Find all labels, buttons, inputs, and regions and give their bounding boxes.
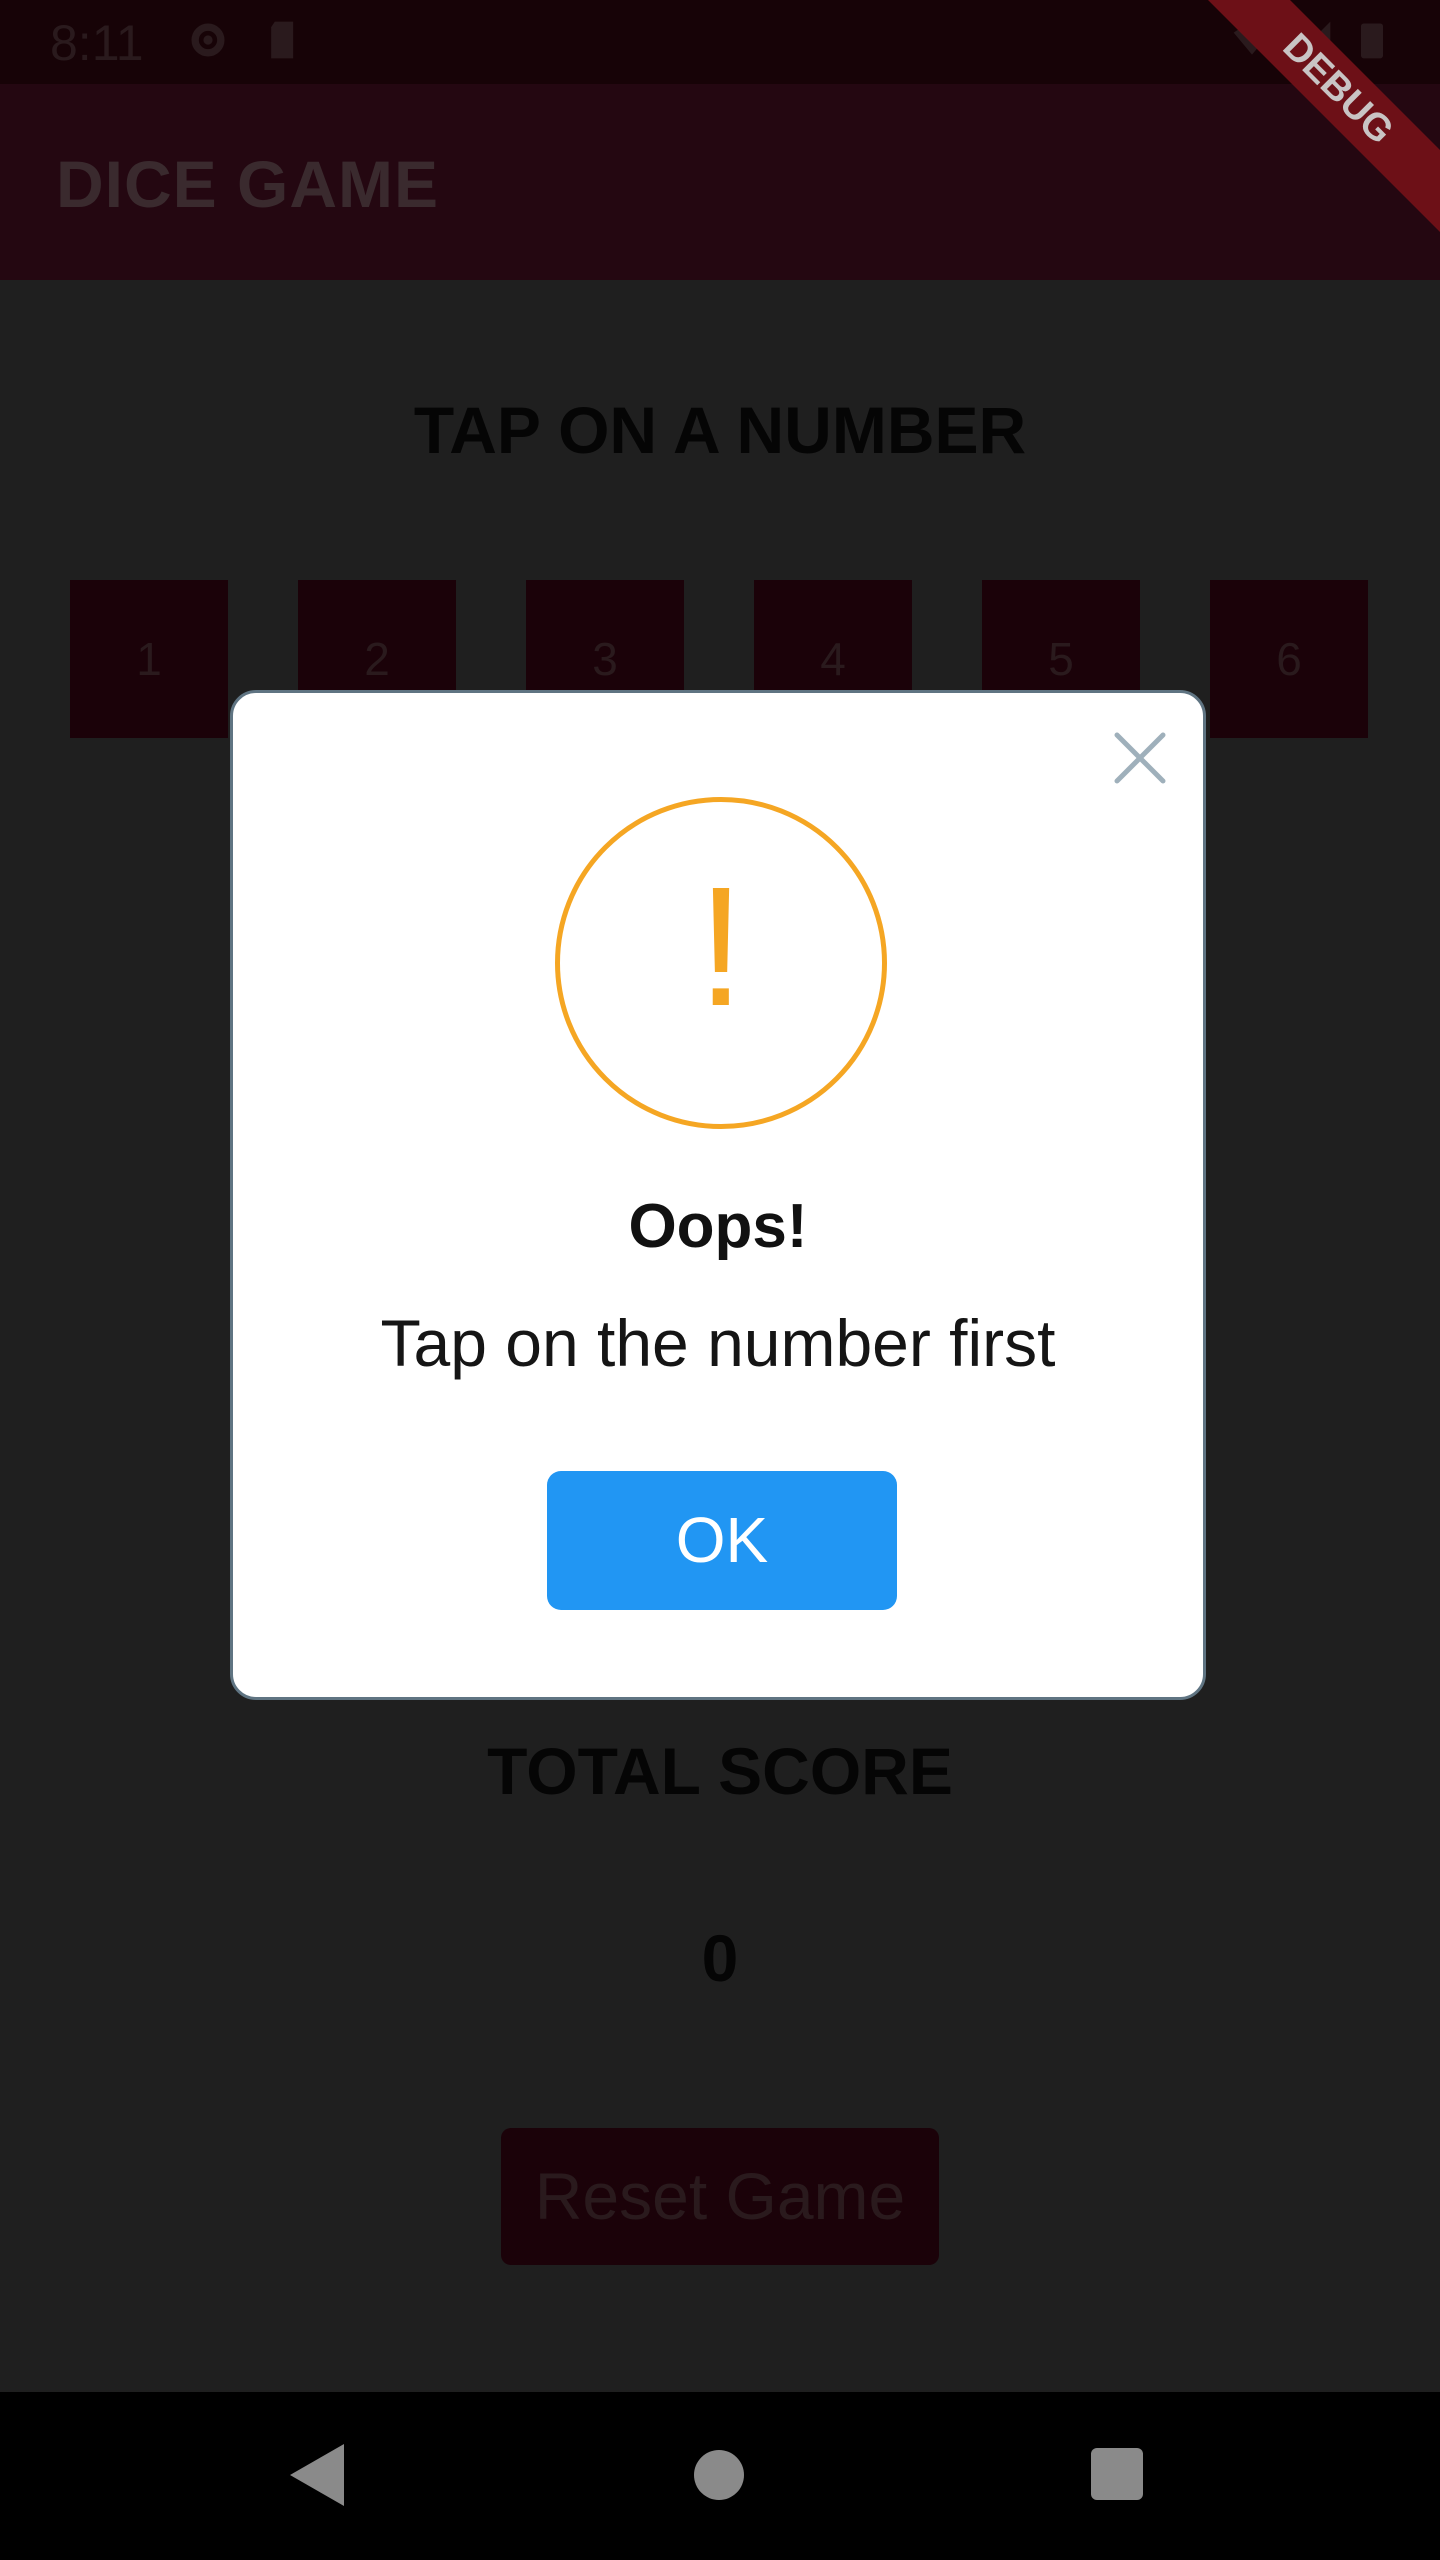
total-score-label: TOTAL SCORE xyxy=(487,1734,953,1808)
back-icon[interactable] xyxy=(290,2444,344,2506)
home-icon[interactable] xyxy=(694,2450,744,2500)
exclamation-icon: ! xyxy=(697,852,745,1042)
number-button-6[interactable]: 6 xyxy=(1210,580,1368,738)
recent-apps-icon[interactable] xyxy=(1091,2448,1143,2500)
reset-game-button[interactable]: Reset Game xyxy=(501,2128,939,2265)
number-button-1[interactable]: 1 xyxy=(70,580,228,738)
app-bar: DICE GAME xyxy=(0,84,1440,280)
settings-icon xyxy=(191,23,225,57)
warning-icon: ! xyxy=(555,797,887,1129)
instruction-heading: TAP ON A NUMBER xyxy=(413,393,1027,467)
battery-icon xyxy=(1361,23,1383,59)
dialog-message: Tap on the number first xyxy=(380,1306,1056,1380)
navigation-bar xyxy=(0,2392,1440,2560)
dialog-title: Oops! xyxy=(628,1192,808,1261)
close-icon[interactable] xyxy=(1111,729,1169,787)
total-score-value: 0 xyxy=(701,1921,739,1995)
sd-card-icon xyxy=(271,21,294,59)
ok-button[interactable]: OK xyxy=(547,1471,897,1610)
status-time: 8:11 xyxy=(50,15,144,71)
alert-dialog: ! Oops! Tap on the number first OK xyxy=(230,690,1206,1700)
app-title: DICE GAME xyxy=(56,147,440,221)
